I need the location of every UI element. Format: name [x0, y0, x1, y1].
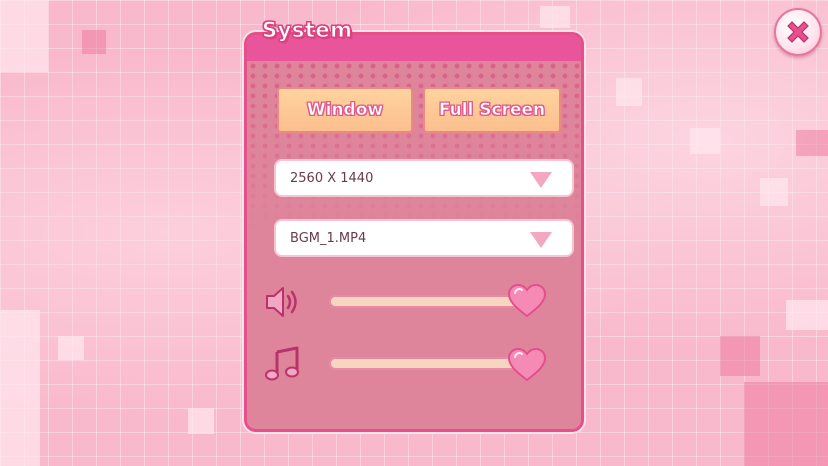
heart-icon	[507, 347, 547, 382]
window-mode-label: Window	[306, 100, 384, 121]
fullscreen-mode-button[interactable]: Full Screen	[423, 87, 561, 133]
resolution-value: 2560 X 1440	[290, 170, 374, 186]
music-slider-handle[interactable]	[507, 347, 547, 383]
chevron-down-icon	[530, 232, 552, 248]
system-settings-panel: Window Full Screen 2560 X 1440 BGM_1.MP4	[244, 32, 584, 432]
close-icon	[787, 21, 809, 43]
volume-slider-handle[interactable]	[507, 283, 547, 319]
resolution-dropdown[interactable]: 2560 X 1440	[274, 159, 574, 197]
bgm-dropdown[interactable]: BGM_1.MP4	[274, 219, 574, 257]
panel-title: System	[261, 18, 353, 43]
bgm-value: BGM_1.MP4	[290, 230, 367, 246]
close-button[interactable]	[774, 8, 822, 56]
fullscreen-mode-label: Full Screen	[438, 100, 546, 121]
chevron-down-icon	[530, 172, 552, 188]
window-mode-button[interactable]: Window	[277, 87, 413, 133]
music-note-icon	[263, 345, 303, 383]
heart-icon	[507, 283, 547, 318]
speaker-icon	[263, 283, 303, 321]
